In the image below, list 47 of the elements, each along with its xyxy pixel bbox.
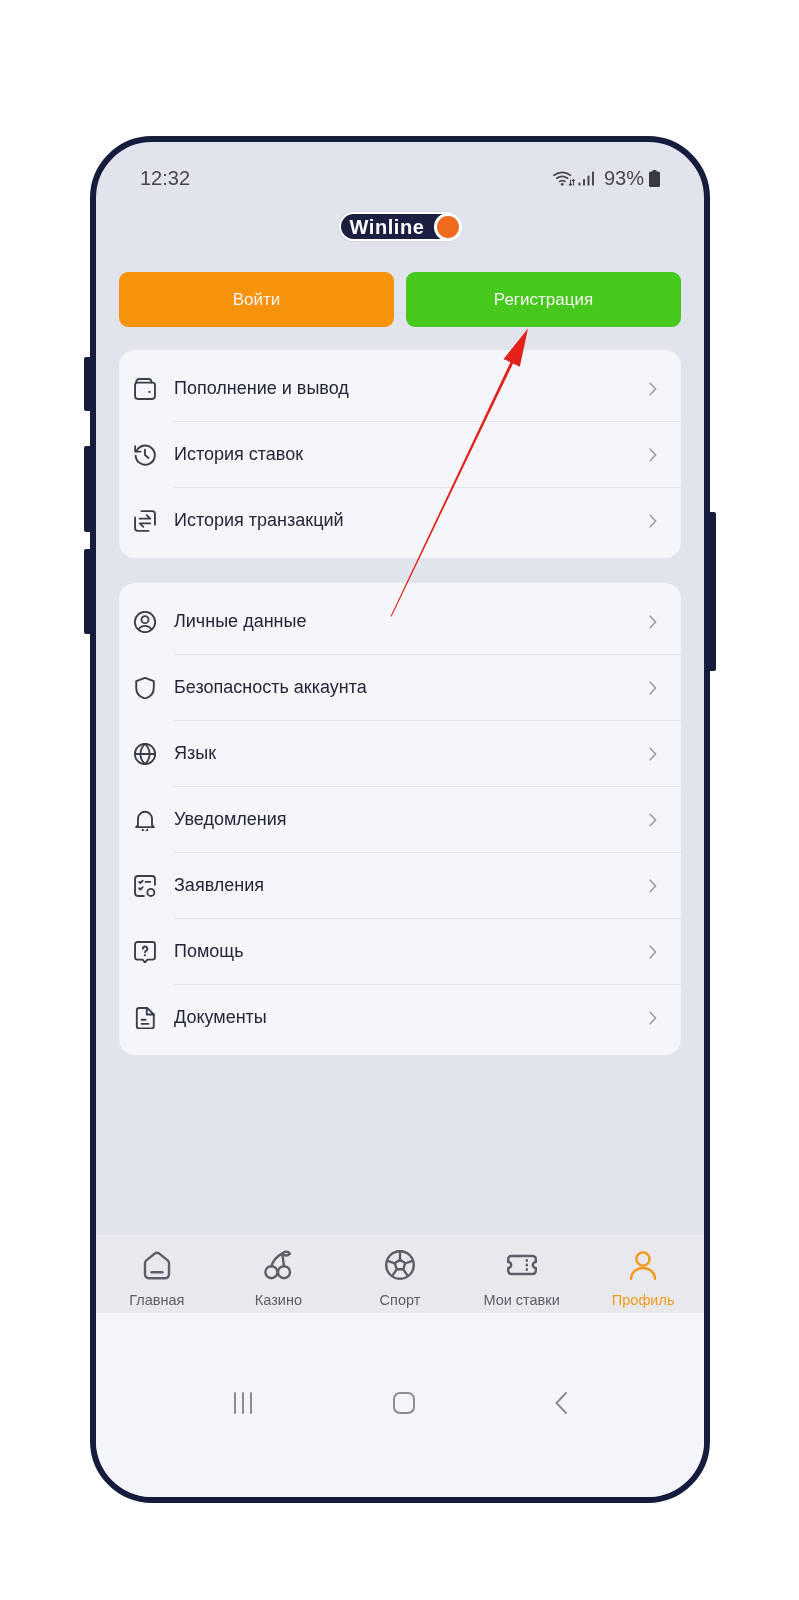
wallet-icon (134, 377, 156, 400)
menu-item[interactable]: Документы (119, 985, 681, 1050)
user-circle-icon (134, 610, 156, 633)
menu-item[interactable]: История ставок (119, 422, 681, 487)
bell-icon (134, 808, 156, 831)
shield-icon (134, 676, 156, 699)
chevron-right-icon (649, 878, 657, 893)
menu-item[interactable]: Помощь (119, 919, 681, 984)
transfer-icon (134, 509, 156, 532)
nav-tab[interactable]: Главная (96, 1235, 218, 1313)
nav-tab[interactable]: Мои ставки (460, 1235, 583, 1313)
chevron-right-icon (649, 614, 657, 629)
nav-tab[interactable]: Спорт (339, 1235, 461, 1313)
menu-item[interactable]: Безопасность аккаунта (119, 655, 681, 720)
menu-item[interactable]: Язык (119, 721, 681, 786)
wifi-icon (552, 170, 575, 186)
chevron-right-icon (649, 746, 657, 761)
chevron-right-icon (649, 812, 657, 827)
chevron-right-icon (649, 447, 657, 462)
menu-item[interactable]: Пополнение и вывод (119, 356, 681, 421)
help-icon (134, 940, 156, 963)
soccer-ball-icon (385, 1250, 415, 1280)
home-button-icon[interactable] (393, 1392, 415, 1414)
battery-icon (649, 169, 660, 187)
nav-tab[interactable]: Казино (217, 1235, 340, 1313)
home-icon (141, 1250, 172, 1280)
chevron-right-icon (649, 944, 657, 959)
logo-text: Winline (349, 215, 425, 238)
history-icon (134, 443, 156, 466)
chevron-right-icon (649, 680, 657, 695)
back-icon[interactable] (555, 1392, 567, 1414)
cherries-icon (263, 1250, 294, 1280)
checklist-icon (134, 874, 156, 897)
recent-apps-icon[interactable] (233, 1392, 253, 1414)
globe-icon (134, 742, 156, 765)
chevron-right-icon (649, 513, 657, 528)
menu-item[interactable]: Уведомления (119, 787, 681, 852)
signal-icon (577, 170, 595, 186)
chevron-right-icon (649, 381, 657, 396)
menu-item[interactable]: Заявления (119, 853, 681, 918)
document-icon (134, 1006, 156, 1029)
battery-percent: 93% (603, 166, 644, 190)
chevron-right-icon (649, 1010, 657, 1025)
menu-item[interactable]: Личные данные (119, 589, 681, 654)
menu-item[interactable]: История транзакций (119, 488, 681, 553)
person-icon (628, 1250, 659, 1280)
status-time: 12:32 (140, 166, 191, 190)
